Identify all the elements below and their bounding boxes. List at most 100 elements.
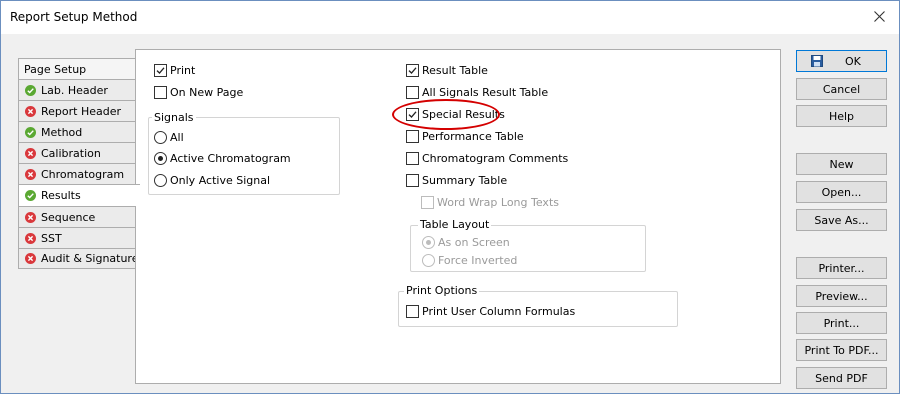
performance-table-checkbox[interactable]: Performance Table [406,130,524,143]
radio-circle [422,254,435,267]
all-signals-result-table-checkbox[interactable]: All Signals Result Table [406,86,548,99]
tab-chromatogram[interactable]: Chromatogram [18,163,136,184]
tab-label: Audit & Signatures [41,252,145,265]
button-label: Print... [823,316,860,330]
checkbox-label: Result Table [422,64,488,77]
radio-label: All [170,131,184,144]
check-circle-icon [25,126,36,138]
error-circle-icon [25,253,36,264]
open-button[interactable]: Open... [796,181,887,203]
tab-audit-signatures[interactable]: Audit & Signatures [18,248,144,269]
checkbox-box [406,174,419,187]
error-circle-icon [25,147,36,159]
cancel-button[interactable]: Cancel [796,78,887,100]
save-as-button[interactable]: Save As... [796,209,887,231]
table-layout-group-title: Table Layout [418,218,492,231]
check-circle-icon [25,190,36,201]
signals-only-active-signal-radio[interactable]: Only Active Signal [154,174,270,187]
tab-page-setup[interactable]: Page Setup [18,58,136,79]
checkbox-box [154,86,167,99]
tab-label: Chromatogram [41,167,125,181]
print-to-pdf-button[interactable]: Print To PDF... [796,339,887,361]
send-pdf-button[interactable]: Send PDF [796,367,887,389]
checkbox-label: Word Wrap Long Texts [437,196,559,209]
tab-label: SST [41,231,62,245]
button-label: Open... [821,185,862,199]
error-circle-icon [25,232,36,244]
tab-results[interactable]: Results [18,184,140,206]
tab-method[interactable]: Method [18,121,136,142]
tab-label: Sequence [41,210,96,224]
print-button[interactable]: Print... [796,312,887,334]
checkbox-label: Summary Table [422,174,508,187]
checkbox-box [406,305,419,318]
window-title: Report Setup Method [10,10,138,24]
report-setup-dialog: Report Setup Method Page Setup Lab. Head… [0,0,900,394]
checkbox-label: Performance Table [422,130,524,143]
tab-label: Report Header [41,104,122,118]
checkbox-box [406,130,419,143]
print-options-group-title: Print Options [404,284,480,297]
result-table-checkbox[interactable]: Result Table [406,64,488,77]
help-button[interactable]: Help [796,105,887,127]
checkmark-icon [156,67,165,74]
tab-sequence[interactable]: Sequence [18,206,136,227]
on-new-page-checkbox[interactable]: On New Page [154,86,243,99]
radio-dot [426,240,431,245]
ok-button[interactable]: OK [796,50,887,72]
error-circle-icon [25,168,36,180]
tab-label: Calibration [41,146,101,160]
checkbox-label: Print User Column Formulas [422,305,576,318]
checkbox-box [421,196,434,209]
tab-lab-header[interactable]: Lab. Header [18,79,136,100]
checkbox-label: All Signals Result Table [422,86,549,99]
radio-dot [158,156,163,161]
radio-label: Only Active Signal [170,174,271,187]
button-label: Help [828,109,855,123]
button-label: Preview... [815,289,868,303]
tab-label: Results [41,189,81,202]
radio-circle [154,131,167,144]
button-label: Cancel [822,82,861,96]
summary-table-checkbox[interactable]: Summary Table [406,174,507,187]
tab-label: Lab. Header [41,83,108,97]
error-circle-icon [25,105,36,117]
signals-group-title: Signals [152,111,196,124]
button-label: OK [845,54,861,68]
as-on-screen-radio[interactable]: As on Screen [422,236,510,249]
check-circle-icon [25,84,36,96]
checkbox-label: Chromatogram Comments [422,152,569,165]
radio-circle [154,152,167,165]
button-label: Save As... [814,213,869,227]
highlight-annotation-ring [392,99,500,130]
tab-sst[interactable]: SST [18,227,136,248]
save-icon [811,55,823,67]
force-inverted-radio[interactable]: Force Inverted [422,254,517,267]
section-tabs: Page Setup Lab. Header Report Header Met… [18,58,144,269]
checkmark-icon [408,67,417,74]
word-wrap-checkbox[interactable]: Word Wrap Long Texts [421,196,559,209]
button-label: Printer... [818,261,865,275]
print-checkbox[interactable]: Print [154,64,195,77]
close-icon [873,10,885,22]
radio-label: As on Screen [438,236,510,249]
tab-label: Page Setup [24,62,87,76]
new-button[interactable]: New [796,153,887,175]
chromatogram-comments-checkbox[interactable]: Chromatogram Comments [406,152,568,165]
signals-active-chromatogram-radio[interactable]: Active Chromatogram [154,152,291,165]
checkbox-box [406,152,419,165]
button-label: Print To PDF... [804,343,879,357]
signals-all-radio[interactable]: All [154,131,184,144]
preview-button[interactable]: Preview... [796,285,887,307]
close-button[interactable] [859,1,899,31]
radio-label: Force Inverted [438,254,518,267]
printer-button[interactable]: Printer... [796,257,887,279]
print-user-column-formulas-checkbox[interactable]: Print User Column Formulas [406,305,575,318]
checkbox-label: Print [170,64,196,77]
button-label: New [829,157,854,171]
radio-circle [422,236,435,249]
tab-calibration[interactable]: Calibration [18,142,136,163]
tab-report-header[interactable]: Report Header [18,100,136,121]
checkbox-box [154,64,167,77]
error-circle-icon [25,211,36,223]
